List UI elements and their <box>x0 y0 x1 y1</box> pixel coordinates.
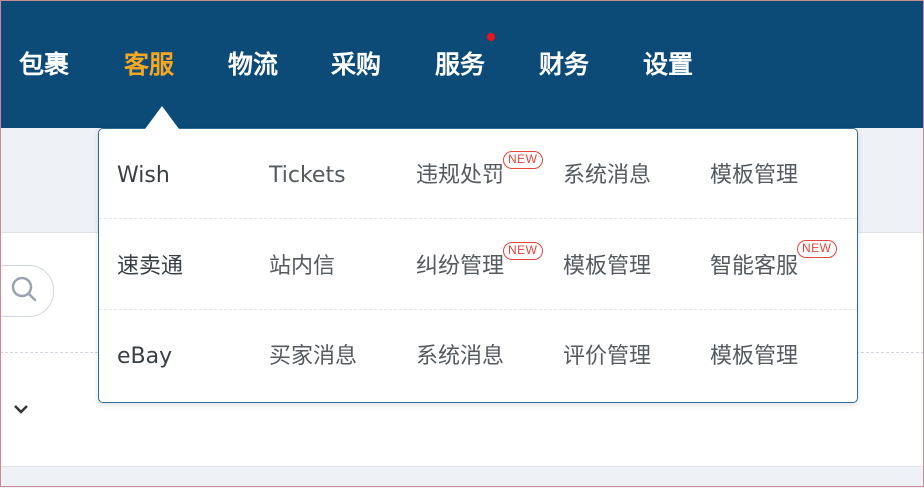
menu-item-buyer-messages[interactable]: 买家消息 <box>269 342 357 372</box>
search-icon[interactable] <box>10 275 40 305</box>
customer-service-dropdown: Wish Tickets 违规处罚 NEW 系统消息 模板管理 速卖通 站内信 … <box>98 128 858 403</box>
nav-item-finance[interactable]: 财务 <box>539 48 589 82</box>
new-badge: NEW <box>797 240 837 258</box>
nav-item-parcel[interactable]: 包裹 <box>19 48 69 82</box>
menu-item-template-management[interactable]: 模板管理 <box>710 342 798 372</box>
menu-item-tickets[interactable]: Tickets <box>269 161 346 191</box>
row-divider <box>99 309 857 310</box>
menu-item-smart-customer-service[interactable]: 智能客服 <box>710 252 798 282</box>
menu-item-system-messages[interactable]: 系统消息 <box>563 161 651 191</box>
new-badge: NEW <box>503 242 543 260</box>
menu-head-ebay[interactable]: eBay <box>117 342 172 372</box>
notification-dot <box>487 33 495 41</box>
menu-item-inbox[interactable]: 站内信 <box>269 252 335 282</box>
row-divider <box>99 218 857 219</box>
nav-item-purchasing[interactable]: 采购 <box>331 48 381 82</box>
new-badge: NEW <box>503 151 543 169</box>
chevron-down-icon[interactable] <box>12 402 30 416</box>
nav-item-customer-service[interactable]: 客服 <box>124 48 174 82</box>
menu-item-template-management[interactable]: 模板管理 <box>563 252 651 282</box>
menu-item-dispute-management[interactable]: 纠纷管理 <box>416 252 504 282</box>
menu-item-violation-penalty[interactable]: 违规处罚 <box>416 161 504 191</box>
footer-band <box>0 466 924 488</box>
menu-head-aliexpress[interactable]: 速卖通 <box>117 252 183 282</box>
nav-item-settings[interactable]: 设置 <box>643 48 693 82</box>
top-navigation-bar: 包裹 客服 物流 采购 服务 财务 设置 <box>0 0 924 128</box>
nav-item-services[interactable]: 服务 <box>435 48 485 82</box>
nav-item-logistics[interactable]: 物流 <box>228 48 278 82</box>
menu-item-template-management[interactable]: 模板管理 <box>710 161 798 191</box>
menu-head-wish[interactable]: Wish <box>117 161 170 191</box>
menu-item-system-messages[interactable]: 系统消息 <box>416 342 504 372</box>
menu-item-feedback-management[interactable]: 评价管理 <box>563 342 651 372</box>
dropdown-caret <box>145 106 179 129</box>
